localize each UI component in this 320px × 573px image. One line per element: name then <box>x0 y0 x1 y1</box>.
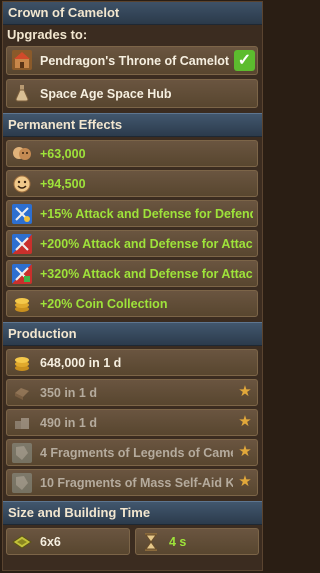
effect-item: +94,500 <box>6 170 258 197</box>
production-item: 4 Fragments of Legends of Camelot ★ <box>6 439 258 466</box>
effect-item: +200% Attack and Defense for Attacking A… <box>6 230 258 257</box>
size-time-row: 6x6 4 s <box>3 528 262 555</box>
star-icon: ★ <box>238 473 252 490</box>
section-production: Production <box>3 322 262 346</box>
size-icon <box>12 532 32 552</box>
coins-icon <box>12 353 32 373</box>
population-icon <box>12 144 32 164</box>
upgrade-item[interactable]: Space Age Space Hub <box>6 79 258 108</box>
effect-item: +15% Attack and Defense for Defending Ar… <box>6 200 258 227</box>
time-box: 4 s <box>135 528 259 555</box>
flask-icon <box>12 83 32 103</box>
effect-text: +200% Attack and Defense for Attacking A… <box>40 236 253 251</box>
production-item: 648,000 in 1 d <box>6 349 258 376</box>
size-box: 6x6 <box>6 528 130 555</box>
production-text: 4 Fragments of Legends of Camelot <box>40 445 233 460</box>
effect-text: +15% Attack and Defense for Defending Ar… <box>40 206 253 221</box>
size-value: 6x6 <box>40 534 61 549</box>
effect-text: +20% Coin Collection <box>40 296 168 311</box>
upgrade-name: Space Age Space Hub <box>40 86 172 101</box>
production-text: 10 Fragments of Mass Self-Aid Kit <box>40 475 233 490</box>
production-item: 350 in 1 d ★ <box>6 379 258 406</box>
production-text: 350 in 1 d <box>40 385 97 400</box>
attack-swords-icon <box>12 234 32 254</box>
effect-text: +94,500 <box>40 176 86 191</box>
fragment-icon <box>12 473 32 493</box>
production-text: 490 in 1 d <box>40 415 97 430</box>
upgrade-item[interactable]: Pendragon's Throne of Camelot ✓ <box>6 46 258 75</box>
hourglass-icon <box>141 532 161 552</box>
star-icon: ★ <box>238 443 252 460</box>
building-tooltip-panel: Crown of Camelot Upgrades to: Pendragon'… <box>2 1 263 571</box>
effect-text: +320% Attack and Defense for Attacking A… <box>40 266 253 281</box>
effect-item: +63,000 <box>6 140 258 167</box>
star-icon: ★ <box>238 413 252 430</box>
upgrade-name: Pendragon's Throne of Camelot <box>40 53 230 68</box>
building-title: Crown of Camelot <box>3 2 262 25</box>
star-icon: ★ <box>238 383 252 400</box>
effect-item: +20% Coin Collection <box>6 290 258 317</box>
defense-swords-icon <box>12 204 32 224</box>
castle-icon <box>12 50 32 70</box>
attack-swords-guild-icon <box>12 264 32 284</box>
goods-icon <box>12 413 32 433</box>
fragment-icon <box>12 443 32 463</box>
effect-item: +320% Attack and Defense for Attacking A… <box>6 260 258 287</box>
coin-stack-icon <box>12 294 32 314</box>
supplies-icon <box>12 383 32 403</box>
section-permanent-effects: Permanent Effects <box>3 113 262 137</box>
check-icon: ✓ <box>234 50 255 71</box>
time-value: 4 s <box>169 534 187 549</box>
production-item: 490 in 1 d ★ <box>6 409 258 436</box>
effect-text: +63,000 <box>40 146 86 161</box>
happiness-icon <box>12 174 32 194</box>
upgrades-label: Upgrades to: <box>7 27 88 42</box>
production-item: 10 Fragments of Mass Self-Aid Kit ★ <box>6 469 258 496</box>
production-text: 648,000 in 1 d <box>40 355 122 370</box>
section-size-time: Size and Building Time <box>3 501 262 525</box>
